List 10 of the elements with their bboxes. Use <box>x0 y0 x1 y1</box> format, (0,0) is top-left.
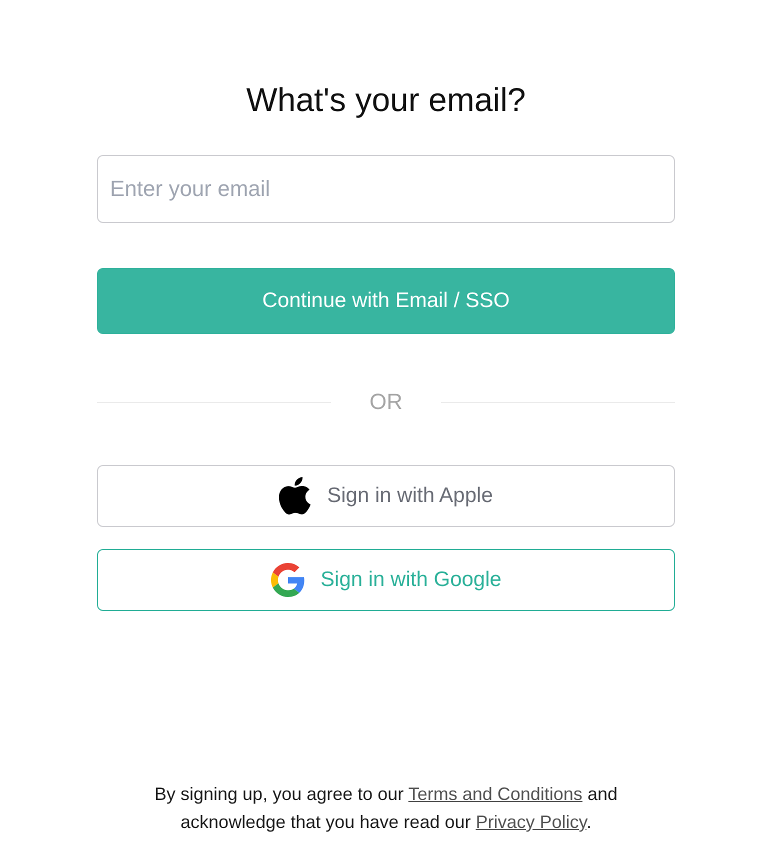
apple-logo-icon <box>279 477 312 515</box>
terms-notice: By signing up, you agree to our Terms and Conditions and acknowledge that you have read our Privacy Policy. <box>154 783 618 834</box>
legal-link[interactable]: Terms and Conditions <box>408 784 582 804</box>
page-heading: What's your email? <box>246 80 526 120</box>
email-field[interactable]: Enter your email <box>97 155 675 223</box>
google-g-icon <box>270 563 305 597</box>
legal-link[interactable]: Privacy Policy <box>476 812 586 832</box>
google-sign-in-button[interactable]: Sign in with Google <box>97 549 675 611</box>
apple-sign-in-button[interactable]: Sign in with Apple <box>97 465 675 527</box>
divider-label: OR <box>368 388 404 416</box>
